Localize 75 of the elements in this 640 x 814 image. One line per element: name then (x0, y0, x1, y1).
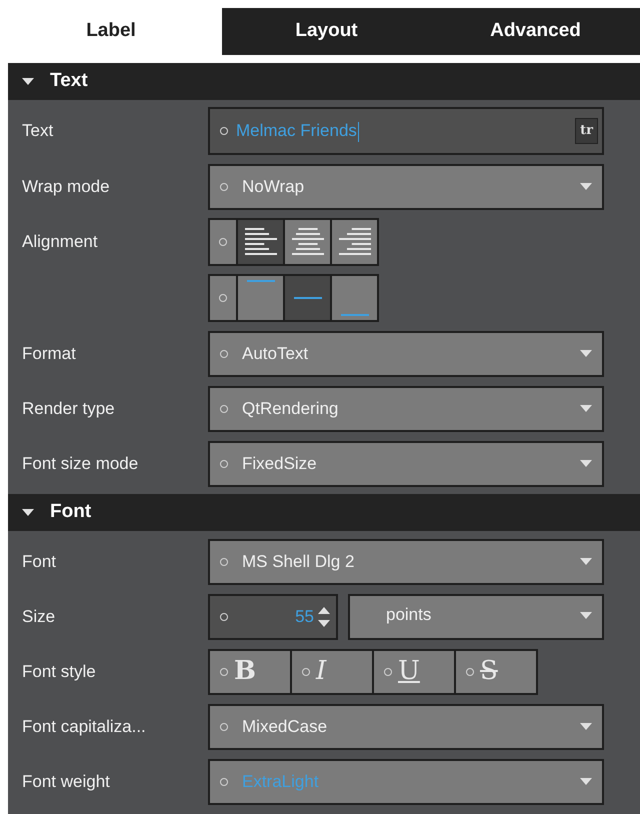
dropdown-caret-icon (580, 405, 592, 412)
dropdown[interactable]: MS Shell Dlg 2 (208, 538, 604, 584)
unit-dropdown[interactable]: points (348, 594, 604, 640)
dropdown-value: ExtraLight (242, 770, 320, 793)
text-value: Melmac Friends (236, 120, 360, 144)
spin-arrows-icon[interactable] (318, 606, 330, 628)
font-style-button[interactable]: S (456, 650, 536, 692)
property-label: Format (22, 344, 76, 362)
binding-indicator-icon[interactable] (219, 294, 227, 302)
text-field[interactable]: Melmac Friends tr (208, 107, 604, 155)
dropdown-caret-icon (580, 612, 592, 618)
vertical-align-button[interactable] (332, 276, 377, 320)
dropdown-value: AutoText (242, 342, 310, 365)
spin-box[interactable]: 55 (208, 594, 338, 640)
horizontal-align-button[interactable] (332, 220, 377, 264)
binding-indicator-icon[interactable] (220, 668, 228, 676)
font-style-button[interactable]: U (374, 650, 454, 692)
line-icon (294, 297, 322, 299)
unit-value: points (386, 604, 432, 626)
dropdown-value: QtRendering (242, 398, 340, 420)
line-icon (340, 314, 368, 316)
dropdown-caret-icon (580, 350, 592, 357)
binding-cell[interactable] (210, 220, 236, 264)
binding-indicator-icon[interactable] (220, 612, 228, 620)
binding-indicator-icon[interactable] (302, 668, 310, 676)
dropdown-caret-icon (580, 183, 592, 190)
dropdown[interactable]: AutoText (208, 330, 604, 376)
dropdown[interactable]: FixedSize (208, 440, 604, 486)
align-left-icon (244, 227, 276, 257)
translate-button[interactable]: tr (575, 118, 598, 144)
spin-value: 55 (294, 606, 314, 628)
line-icon (246, 280, 274, 282)
horizontal-align-button[interactable] (285, 220, 330, 264)
vertical-align-button[interactable] (238, 276, 283, 320)
binding-indicator-icon[interactable] (220, 404, 228, 412)
dropdown-value: MixedCase (242, 716, 328, 738)
binding-indicator-icon[interactable] (384, 668, 392, 676)
binding-indicator-icon[interactable] (220, 778, 228, 786)
font-style-button[interactable]: B (210, 650, 290, 692)
binding-indicator-icon[interactable] (219, 238, 227, 246)
property-label: Wrap mode (22, 176, 110, 196)
binding-indicator-icon[interactable] (220, 722, 228, 730)
binding-indicator-icon[interactable] (220, 182, 228, 190)
dropdown[interactable]: NoWrap (208, 164, 604, 210)
vertical-align-button[interactable] (285, 276, 330, 320)
font-style-button[interactable]: I (292, 650, 372, 692)
binding-cell[interactable] (210, 276, 236, 320)
dropdown-value: NoWrap (242, 176, 306, 198)
dropdown-value: FixedSize (242, 452, 318, 475)
property-label: Font style (22, 662, 96, 680)
property-label: Font weight (22, 772, 110, 790)
section-header[interactable]: Font (8, 494, 640, 531)
dropdown-caret-icon (580, 460, 592, 467)
dropdown-caret-icon (580, 723, 592, 730)
dropdown[interactable]: MixedCase (208, 704, 604, 750)
property-label: Font capitaliza... (22, 716, 146, 736)
property-label: Font (22, 552, 56, 570)
section-header[interactable]: Text (8, 63, 640, 100)
binding-indicator-icon[interactable] (466, 668, 474, 676)
dropdown[interactable]: QtRendering (208, 386, 604, 432)
horizontal-align-button[interactable] (238, 220, 283, 264)
property-label: Alignment (22, 232, 98, 251)
dropdown-caret-icon (580, 558, 592, 565)
property-label: Font size mode (22, 454, 138, 472)
align-right-icon (338, 227, 370, 257)
binding-indicator-icon[interactable] (220, 558, 228, 566)
binding-indicator-icon[interactable] (220, 127, 228, 135)
dropdown-value: MS Shell Dlg 2 (242, 550, 356, 573)
dropdown-caret-icon (580, 778, 592, 785)
property-label: Render type (22, 398, 115, 418)
property-label: Size (22, 606, 56, 626)
property-label: Text (22, 121, 54, 140)
binding-indicator-icon[interactable] (220, 460, 228, 468)
align-center-icon (292, 227, 324, 257)
binding-indicator-icon[interactable] (220, 350, 228, 358)
